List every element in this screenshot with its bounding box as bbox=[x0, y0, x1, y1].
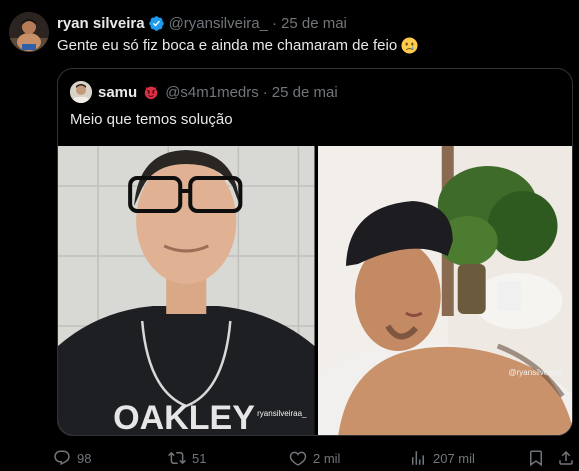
photo-2-watermark: @ryansilveiraa_ bbox=[508, 368, 566, 377]
heart-icon bbox=[289, 451, 307, 466]
svg-text:OAKLEY: OAKLEY bbox=[113, 399, 255, 436]
quoted-tweet[interactable]: samu @s4m1medrs · 25 de mai Meio que tem… bbox=[57, 68, 573, 436]
quoted-tweet-header: samu @s4m1medrs · 25 de mai bbox=[70, 81, 338, 103]
tweet[interactable]: ryan silveira @ryansilveira_ · 25 de mai… bbox=[0, 0, 579, 471]
tweet-timestamp[interactable]: 25 de mai bbox=[281, 15, 347, 32]
photo-2-image bbox=[317, 146, 572, 435]
share-button[interactable] bbox=[557, 447, 575, 469]
quoted-header-separator: · bbox=[262, 83, 268, 101]
photo-1-image: OAKLEY bbox=[58, 146, 315, 436]
quoted-avatar-image bbox=[70, 81, 92, 103]
views-chart-icon bbox=[412, 451, 424, 465]
quoted-author-avatar bbox=[70, 81, 92, 103]
crying-face-icon bbox=[401, 37, 418, 54]
devil-face-icon bbox=[144, 85, 158, 100]
author-handle[interactable]: @ryansilveira_ bbox=[169, 15, 268, 32]
quoted-timestamp[interactable]: 25 de mai bbox=[272, 84, 338, 101]
views-count: 207 mil bbox=[433, 450, 475, 466]
tweet-actions: 98 51 2 mil 207 mil bbox=[53, 447, 573, 471]
author-avatar-image bbox=[9, 12, 49, 52]
quoted-tweet-text: Meio que temos solução bbox=[70, 111, 233, 128]
reply-count: 98 bbox=[77, 450, 92, 466]
retweet-count: 51 bbox=[192, 450, 207, 466]
tweet-header: ryan silveira @ryansilveira_ · 25 de mai bbox=[57, 13, 347, 33]
quoted-media-grid: OAKLEY ryansilveiraa_ @ryansilveiraa_ bbox=[58, 146, 572, 436]
bookmark-icon bbox=[530, 450, 542, 467]
bookmark-button[interactable] bbox=[527, 447, 545, 469]
retweet-icon bbox=[168, 451, 186, 465]
quoted-author-name[interactable]: samu bbox=[98, 84, 137, 101]
header-separator: · bbox=[272, 14, 277, 32]
photo-1[interactable]: OAKLEY ryansilveiraa_ bbox=[58, 146, 315, 436]
views-button[interactable]: 207 mil bbox=[409, 447, 475, 469]
share-icon bbox=[559, 450, 573, 465]
tweet-text: Gente eu só fiz boca e ainda me chamaram… bbox=[57, 37, 418, 54]
verified-badge-icon bbox=[148, 15, 164, 31]
reply-button[interactable]: 98 bbox=[53, 447, 91, 469]
quoted-author-handle[interactable]: @s4m1medrs bbox=[165, 84, 259, 101]
photo-1-watermark: ryansilveiraa_ bbox=[257, 409, 307, 418]
tweet-text-content: Gente eu só fiz boca e ainda me chamaram… bbox=[57, 37, 398, 54]
like-count: 2 mil bbox=[313, 450, 341, 466]
retweet-button[interactable]: 51 bbox=[168, 447, 206, 469]
reply-icon bbox=[54, 450, 70, 466]
photo-2[interactable]: @ryansilveiraa_ bbox=[317, 146, 572, 435]
avatar[interactable] bbox=[9, 12, 49, 52]
author-name[interactable]: ryan silveira bbox=[57, 15, 145, 32]
like-button[interactable]: 2 mil bbox=[289, 447, 340, 469]
